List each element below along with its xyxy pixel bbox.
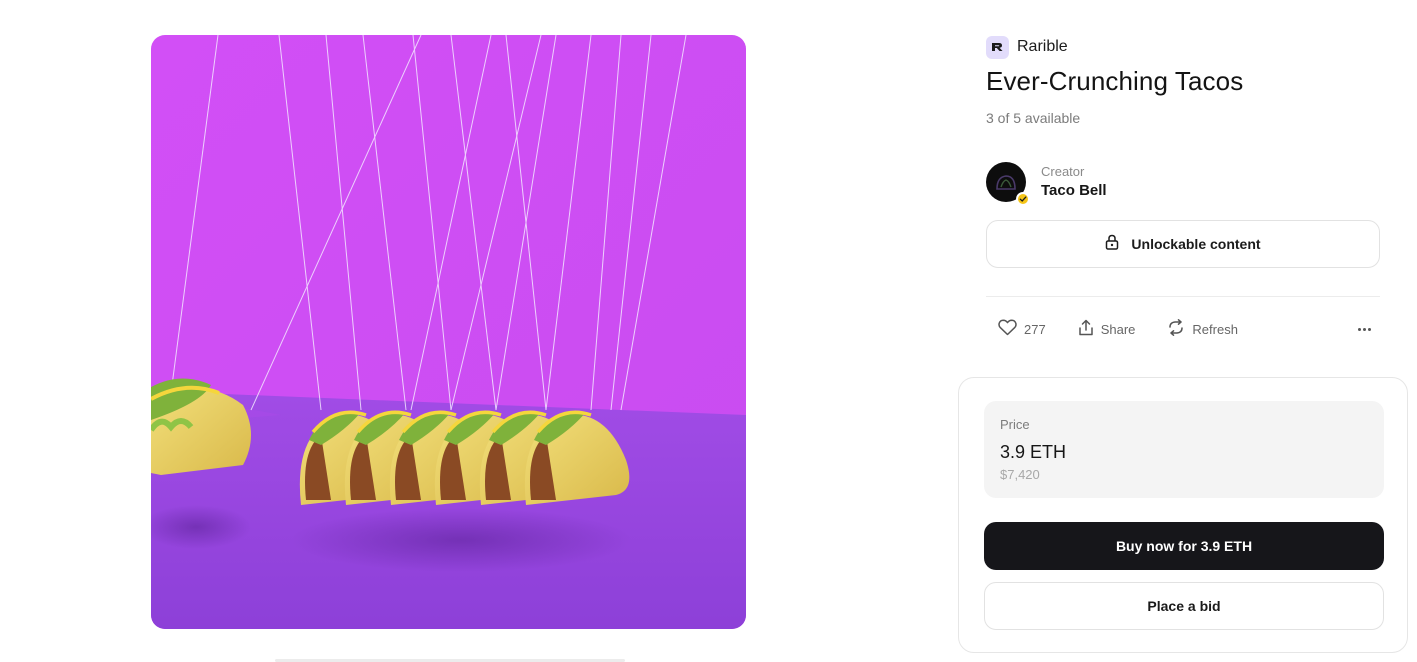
share-icon: [1078, 319, 1094, 339]
creator-role-label: Creator: [1041, 164, 1085, 179]
purchase-card: Price 3.9 ETH $7,420 Buy now for 3.9 ETH…: [958, 377, 1408, 653]
refresh-label: Refresh: [1192, 321, 1238, 337]
nft-artwork[interactable]: [151, 35, 746, 629]
refresh-icon: [1167, 319, 1185, 339]
share-label: Share: [1100, 321, 1136, 337]
lock-icon: [1105, 234, 1119, 255]
unlockable-content-label: Unlockable content: [1131, 236, 1261, 252]
unlockable-content-button[interactable]: Unlockable content: [986, 220, 1380, 268]
taco-artwork-image: [151, 35, 746, 629]
share-button[interactable]: Share: [1078, 319, 1136, 339]
creator-block[interactable]: Creator Taco Bell: [986, 162, 1107, 206]
creator-name[interactable]: Taco Bell: [1041, 181, 1107, 201]
item-title: Ever-Crunching Tacos: [986, 66, 1244, 96]
collection-brand[interactable]: Rarible: [986, 35, 1068, 59]
like-button[interactable]: 277: [998, 319, 1046, 339]
place-bid-button[interactable]: Place a bid: [984, 582, 1384, 630]
price-box: Price 3.9 ETH $7,420: [984, 401, 1384, 498]
availability-text: 3 of 5 available: [986, 110, 1081, 126]
rarible-logo-icon: [986, 35, 1009, 59]
heart-icon: [998, 319, 1017, 339]
creator-info: Creator Taco Bell: [1041, 163, 1107, 201]
price-usd: $7,420: [1000, 467, 1040, 482]
brand-name: Rarible: [1017, 38, 1068, 55]
likes-count: 277: [1024, 321, 1046, 337]
verified-badge-icon: [1016, 192, 1030, 206]
more-dots-icon: [1357, 327, 1361, 331]
divider: [986, 296, 1380, 297]
buy-now-button[interactable]: Buy now for 3.9 ETH: [984, 522, 1384, 570]
price-eth: 3.9 ETH: [1000, 442, 1067, 462]
more-options-button[interactable]: [1354, 320, 1374, 338]
price-label: Price: [1000, 417, 1030, 432]
taco-bell-logo-icon: [996, 175, 1016, 190]
creator-avatar[interactable]: [986, 162, 1030, 206]
item-actions: 277 Share Refresh: [998, 318, 1270, 340]
refresh-button[interactable]: Refresh: [1167, 319, 1238, 339]
